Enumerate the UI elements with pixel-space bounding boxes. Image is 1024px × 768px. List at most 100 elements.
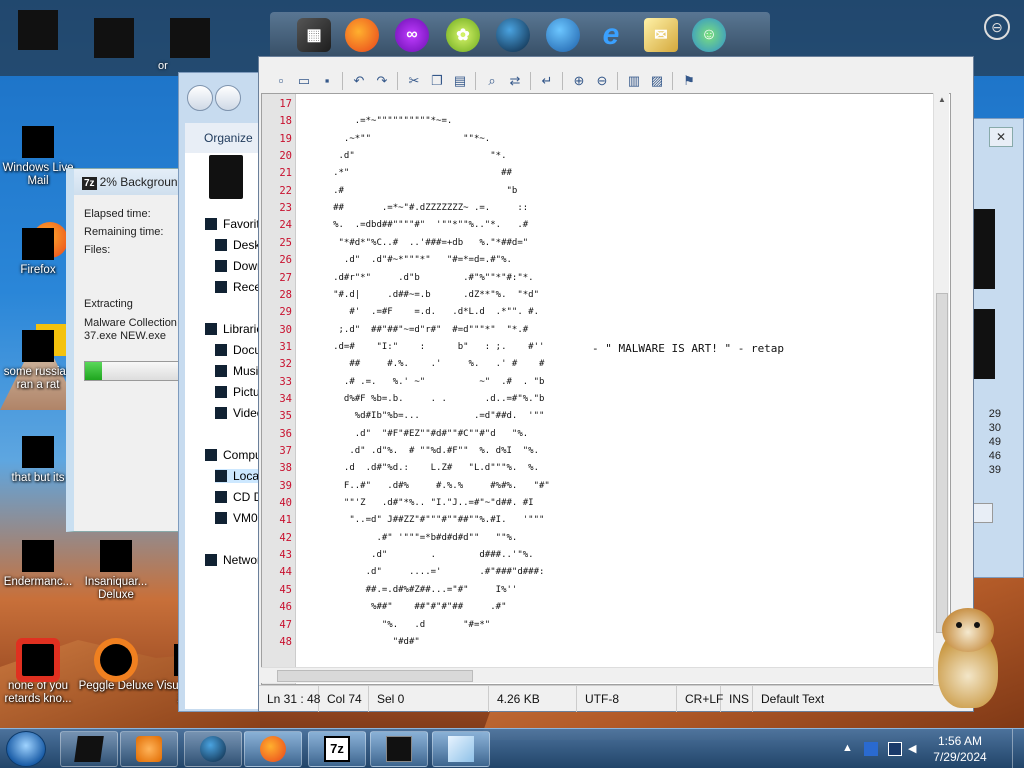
videos-icon xyxy=(215,407,227,419)
replace-icon[interactable]: ⇄ xyxy=(507,73,523,89)
code-line: ## .=*~"#.dZZZZZZZ~ .=. :: xyxy=(306,203,529,214)
chart-icon[interactable]: ▨ xyxy=(649,73,665,89)
taskbar-app-1[interactable] xyxy=(60,731,118,767)
vertical-scrollbar[interactable]: ▲ ▼ xyxy=(933,93,949,685)
code-line: .=*~""""""""""*~=. xyxy=(306,116,453,127)
save-icon[interactable]: ▪ xyxy=(319,73,335,89)
code-line: .d" .d"#~*"""*" "#=*=d=.#"%. xyxy=(306,255,512,266)
media-icon[interactable]: ✿ xyxy=(446,18,480,52)
redo-icon[interactable]: ↷ xyxy=(374,73,390,89)
line-number: 22 xyxy=(279,184,292,197)
desktop-icon-label: Peggle Deluxe xyxy=(78,680,154,692)
file-icon xyxy=(209,155,243,199)
users-icon[interactable]: ☺ xyxy=(692,18,726,52)
desktop-icon-top-3[interactable] xyxy=(170,18,210,58)
toolbar-separator xyxy=(342,72,343,90)
notepad-plus-plus-window: ▫ ▭ ▪ ↶ ↷ ✂ ❐ ▤ ⌕ ⇄ ↵ ⊕ ⊖ ▥ ▨ ⚑ 17 18 19 20… xyxy=(258,56,974,712)
show-desktop-button[interactable] xyxy=(1012,729,1024,768)
copy-icon[interactable]: ❐ xyxy=(429,73,445,89)
line-number: 30 xyxy=(279,323,292,336)
desktop-icon-label: Insaniquar... Deluxe xyxy=(84,576,148,601)
code-line: ;.d" ##"##"~=d"r#" #=d"""*" "*.# xyxy=(306,324,529,335)
zoom-out-icon[interactable]: ⊖ xyxy=(594,73,610,89)
start-button[interactable] xyxy=(6,731,46,767)
code-line: ##.=.d#%#Z##...="#" I%'' xyxy=(306,584,518,595)
taskbar-notepad[interactable] xyxy=(432,731,490,767)
mail-icon[interactable]: ✉ xyxy=(644,18,678,52)
undo-icon[interactable]: ↶ xyxy=(351,73,367,89)
paste-icon[interactable]: ▤ xyxy=(452,73,468,89)
code-line: %d#Ib"%b=... .=d"##d. '"" xyxy=(306,411,545,422)
status-encoding: UTF-8 xyxy=(577,686,677,712)
network-drive-icon xyxy=(215,512,227,524)
forward-button[interactable] xyxy=(215,85,241,111)
cut-icon[interactable]: ✂ xyxy=(406,73,422,89)
network-tray-icon[interactable] xyxy=(864,742,878,756)
scroll-up-icon[interactable]: ▲ xyxy=(934,95,950,104)
tray-expand-icon[interactable]: ▲ xyxy=(842,742,856,756)
star-icon xyxy=(205,218,217,230)
code-line: .d" "*. xyxy=(306,151,507,162)
line-number: 28 xyxy=(279,288,292,301)
desktop-icon xyxy=(215,239,227,251)
horizontal-scrollbar[interactable] xyxy=(261,667,933,683)
close-button[interactable]: ✕ xyxy=(989,127,1013,147)
clock-time: 1:56 AM xyxy=(937,734,983,748)
new-file-icon[interactable]: ▫ xyxy=(273,73,289,89)
line-number: 19 xyxy=(279,132,292,145)
desktop-icon-label: some russian ran a rat xyxy=(3,366,73,391)
line-number: 32 xyxy=(279,358,292,371)
desktop-icon-peggle[interactable]: Peggle Deluxe xyxy=(76,644,156,693)
code-line: .# "b xyxy=(306,185,518,196)
desktop-partial-label: or xyxy=(158,60,168,72)
vertical-scroll-thumb[interactable] xyxy=(936,293,948,633)
clock[interactable]: 1:56 AM 7/29/2024 xyxy=(920,733,1000,765)
desktop-icon-top-2[interactable] xyxy=(94,18,134,58)
desktop-icon-endermanch[interactable]: Endermanc... xyxy=(0,540,78,589)
toolbar-separator xyxy=(530,72,531,90)
line-number: 17 xyxy=(279,98,292,110)
dock-settings-icon[interactable]: ⊖ xyxy=(984,14,1010,40)
desktop-icon-top-1[interactable] xyxy=(18,10,58,50)
text-editor[interactable]: 17 18 19 20 21 22 23 24 25 26 27 28 29 30 31 32 33 34 35 36… xyxy=(261,93,951,685)
view-icon[interactable]: ▥ xyxy=(626,73,642,89)
code-line: .d#r"*" .d"b .#"%""*"#:"*. xyxy=(306,272,534,283)
status-sel: Sel 0 xyxy=(369,686,489,712)
zoom-in-icon[interactable]: ⊕ xyxy=(571,73,587,89)
horizontal-scroll-thumb[interactable] xyxy=(277,670,473,682)
taskbar-7zip[interactable]: 7z xyxy=(308,731,366,767)
media-player-icon xyxy=(136,736,162,762)
hamster-head xyxy=(942,608,994,652)
toolbar-separator xyxy=(562,72,563,90)
code-line: .d .d#"%d.: L.Z# "L.d"""%. %. xyxy=(306,463,539,474)
wrap-icon[interactable]: ↵ xyxy=(539,73,555,89)
code-line: .d" . d###..'"%. xyxy=(306,550,534,561)
documents-icon xyxy=(215,344,227,356)
taskbar-globe[interactable] xyxy=(184,731,242,767)
taskbar-media-player[interactable] xyxy=(120,731,178,767)
line-number: 41 xyxy=(279,514,292,527)
code-line: .*" ## xyxy=(306,168,512,179)
taskbar-firefox[interactable] xyxy=(244,731,302,767)
number-column: 29 30 49 46 39 xyxy=(988,408,1001,476)
desktop-icon-none-of-you[interactable]: none of you retards kno... xyxy=(0,644,78,706)
hamster-desktop-pet[interactable] xyxy=(928,608,1008,708)
network-globe-icon[interactable] xyxy=(546,18,580,52)
taskbar-task-manager[interactable] xyxy=(370,731,428,767)
toolbar-separator xyxy=(617,72,618,90)
macro-icon[interactable]: ⚑ xyxy=(681,73,697,89)
back-button[interactable] xyxy=(187,85,213,111)
cd-drive-icon xyxy=(215,491,227,503)
display-tray-icon[interactable] xyxy=(888,742,902,756)
find-icon[interactable]: ⌕ xyxy=(484,73,500,89)
internet-explorer-icon[interactable]: e xyxy=(594,18,628,52)
code-line: %##" ##"#"#"## .#" xyxy=(306,602,507,613)
globe-icon[interactable] xyxy=(496,18,530,52)
desktop-icon-insaniquarium[interactable]: Insaniquar... Deluxe xyxy=(76,540,156,602)
open-file-icon[interactable]: ▭ xyxy=(296,73,312,89)
messenger-icon[interactable]: ∞ xyxy=(395,18,429,52)
taskbar-app-icon[interactable]: ▦ xyxy=(297,18,331,52)
music-icon xyxy=(215,365,227,377)
firefox-icon[interactable] xyxy=(345,18,379,52)
desktop-icon-label: that but its xyxy=(11,472,65,484)
